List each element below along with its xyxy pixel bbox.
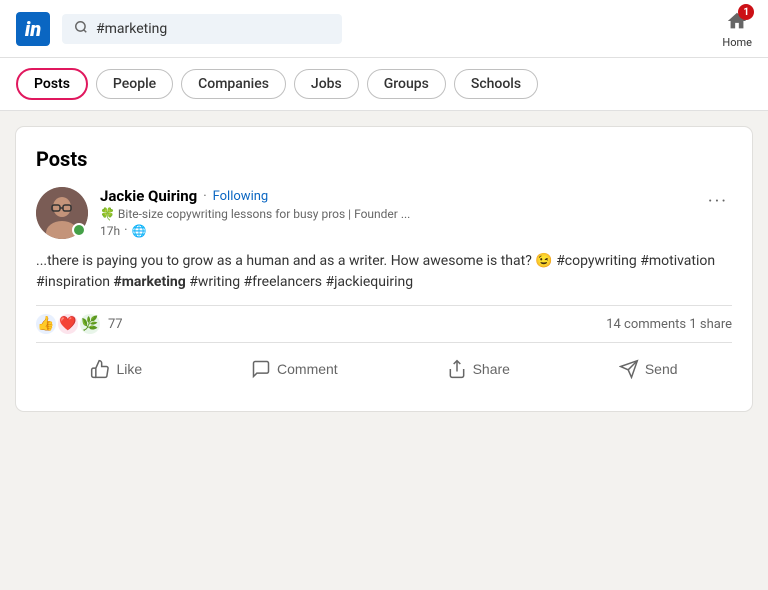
comment-icon — [251, 359, 271, 379]
dot-separator: · — [203, 189, 206, 204]
post-meta: Jackie Quiring · Following 🍀 Bite-size c… — [100, 187, 692, 238]
post-author-line: Jackie Quiring · Following — [100, 187, 692, 205]
post-header: Jackie Quiring · Following 🍀 Bite-size c… — [36, 187, 732, 239]
like-emoji: 👍 — [36, 314, 56, 334]
send-icon — [619, 359, 639, 379]
home-label: Home — [722, 36, 752, 49]
following-tag: Following — [213, 189, 269, 204]
share-icon — [447, 359, 467, 379]
author-name[interactable]: Jackie Quiring — [100, 187, 197, 205]
tab-jobs[interactable]: Jobs — [294, 69, 359, 99]
tab-companies[interactable]: Companies — [181, 69, 286, 99]
tab-schools[interactable]: Schools — [454, 69, 538, 99]
tab-people[interactable]: People — [96, 69, 173, 99]
post-subtitle: 🍀 Bite-size copywriting lessons for busy… — [100, 207, 692, 221]
post-body: ...there is paying you to grow as a huma… — [36, 251, 732, 293]
filter-tabs-bar: Posts People Companies Jobs Groups Schoo… — [0, 58, 768, 111]
comment-button[interactable]: Comment — [235, 351, 354, 387]
notification-badge: 1 — [738, 4, 754, 20]
send-button[interactable]: Send — [603, 351, 694, 387]
top-header: in #marketing 1 Home — [0, 0, 768, 58]
like-button[interactable]: Like — [74, 351, 158, 387]
online-indicator — [72, 223, 86, 237]
heart-emoji: ❤️ — [58, 314, 78, 334]
reaction-count: 77 — [108, 317, 123, 332]
linkedin-logo[interactable]: in — [16, 12, 50, 46]
home-button[interactable]: 1 Home — [722, 8, 752, 49]
clap-emoji: 🌿 — [80, 314, 100, 334]
tab-posts[interactable]: Posts — [16, 68, 88, 100]
search-query: #marketing — [96, 21, 167, 37]
share-button[interactable]: Share — [431, 351, 526, 387]
home-icon: 1 — [724, 8, 750, 34]
search-icon — [74, 20, 88, 38]
tab-groups[interactable]: Groups — [367, 69, 446, 99]
action-buttons: Like Comment Share — [36, 347, 732, 391]
like-icon — [90, 359, 110, 379]
globe-icon: 🌐 — [132, 224, 147, 238]
search-bar[interactable]: #marketing — [62, 14, 342, 44]
avatar-wrap — [36, 187, 88, 239]
more-options-button[interactable]: ··· — [704, 187, 732, 216]
reactions-row: 👍 ❤️ 🌿 77 14 comments 1 share — [36, 305, 732, 343]
post-time: 17h · 🌐 — [100, 223, 692, 238]
posts-card: Posts — [16, 127, 752, 411]
reaction-emojis: 👍 ❤️ 🌿 — [36, 314, 100, 334]
main-content: Posts — [0, 111, 768, 427]
reaction-stats: 14 comments 1 share — [606, 317, 732, 332]
section-title: Posts — [36, 147, 732, 171]
